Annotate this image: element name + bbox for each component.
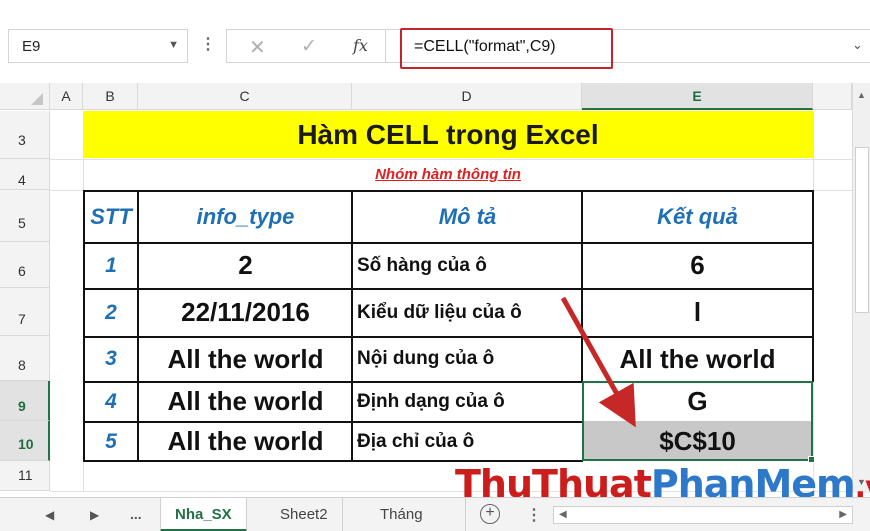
tab-nha-sx[interactable]: Nha_SX <box>160 498 247 531</box>
horizontal-scrollbar[interactable]: ◀ ▶ <box>553 506 853 524</box>
scroll-left-icon[interactable]: ◀ <box>559 509 567 520</box>
prev-sheet-icon[interactable]: ◀ <box>45 508 54 522</box>
scroll-right-icon[interactable]: ▶ <box>839 509 847 520</box>
scroll-thumb[interactable] <box>855 147 869 313</box>
annotation-arrow-icon <box>560 296 636 428</box>
vertical-scrollbar[interactable]: ▲ ▼ <box>852 83 870 493</box>
tab-sheet2[interactable]: Sheet2 <box>266 498 343 531</box>
tabs-splitter[interactable]: ⋮ <box>526 505 542 525</box>
more-sheets-button[interactable]: ... <box>130 506 142 522</box>
next-sheet-icon[interactable]: ▶ <box>90 508 99 522</box>
scroll-up-icon[interactable]: ▲ <box>857 90 866 100</box>
tab-thang[interactable]: Tháng <box>366 498 466 531</box>
sheet-tabs-bar: ◀ ▶ ... Nha_SX Sheet2 Tháng + ⋮ ◀ ▶ <box>0 497 870 531</box>
add-sheet-button[interactable]: + <box>480 504 500 524</box>
